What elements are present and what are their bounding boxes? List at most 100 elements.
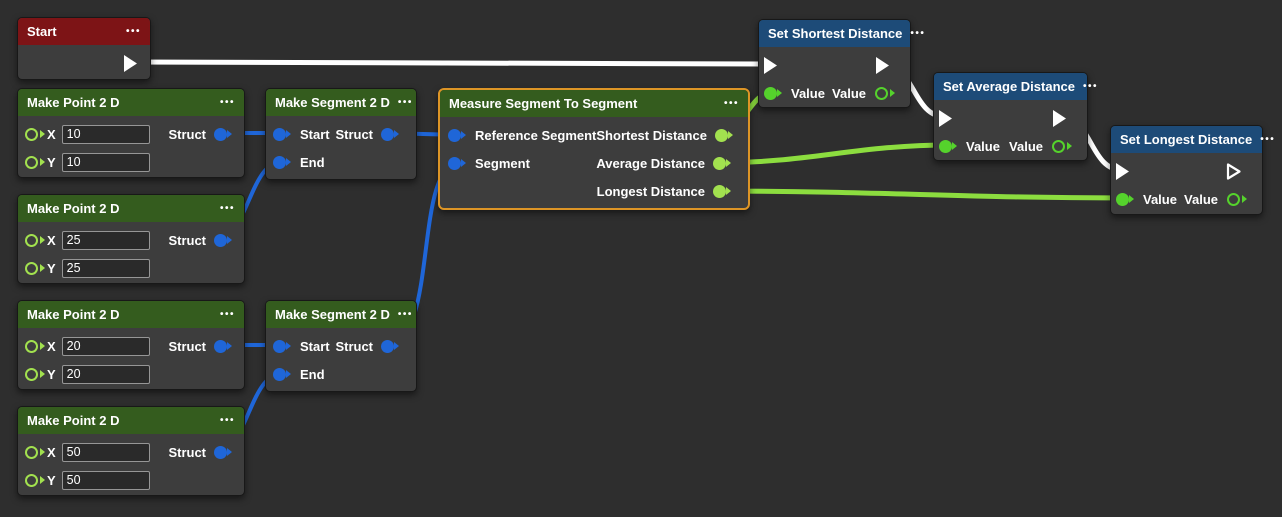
- exec-output-pin[interactable]: [1226, 162, 1242, 181]
- end-input-pin[interactable]: [273, 368, 286, 381]
- x-input-pin[interactable]: [25, 446, 38, 459]
- value-input-pin[interactable]: [939, 140, 952, 153]
- node-menu-icon[interactable]: •••: [212, 203, 235, 214]
- node-start[interactable]: Start •••: [17, 17, 151, 80]
- node-header[interactable]: Make Segment 2 D •••: [266, 301, 416, 328]
- node-header[interactable]: Make Point 2 D •••: [18, 195, 244, 222]
- node-menu-icon[interactable]: •••: [212, 415, 235, 426]
- x-label: X: [47, 339, 56, 354]
- struct-output-pin[interactable]: [214, 234, 227, 247]
- value-input-pin[interactable]: [764, 87, 777, 100]
- node-make-segment-1[interactable]: Make Segment 2 D ••• Start Struct End: [265, 88, 417, 180]
- longest-distance-output-pin[interactable]: [713, 185, 726, 198]
- node-header[interactable]: Set Average Distance •••: [934, 73, 1087, 100]
- node-menu-icon[interactable]: •••: [1252, 134, 1275, 145]
- node-make-point-3[interactable]: Make Point 2 D ••• X Struct Y: [17, 300, 245, 390]
- node-menu-icon[interactable]: •••: [212, 309, 235, 320]
- node-menu-icon[interactable]: •••: [902, 28, 925, 39]
- segment-input-pin[interactable]: [448, 157, 461, 170]
- node-title: Make Segment 2 D: [275, 95, 390, 110]
- start-input-label: Start: [300, 339, 330, 354]
- y-label: Y: [47, 367, 56, 382]
- node-header[interactable]: Make Point 2 D •••: [18, 89, 244, 116]
- x-value-field[interactable]: [62, 443, 150, 462]
- node-header[interactable]: Make Point 2 D •••: [18, 301, 244, 328]
- struct-output-pin[interactable]: [214, 340, 227, 353]
- struct-output-pin[interactable]: [381, 340, 394, 353]
- y-input-pin[interactable]: [25, 368, 38, 381]
- segment-label: Segment: [475, 156, 530, 171]
- value-input-label: Value: [966, 139, 1000, 154]
- node-graph-canvas[interactable]: Start ••• Make Point 2 D ••• X Struct Y: [0, 0, 1282, 517]
- node-set-longest-distance[interactable]: Set Longest Distance ••• Value Value: [1110, 125, 1263, 215]
- y-value-field[interactable]: [62, 153, 150, 172]
- x-value-field[interactable]: [62, 125, 150, 144]
- struct-output-pin[interactable]: [381, 128, 394, 141]
- node-menu-icon[interactable]: •••: [390, 97, 413, 108]
- value-input-pin[interactable]: [1116, 193, 1129, 206]
- value-output-pin[interactable]: [1227, 193, 1240, 206]
- node-make-segment-2[interactable]: Make Segment 2 D ••• Start Struct End: [265, 300, 417, 392]
- exec-input-pin[interactable]: [938, 109, 953, 128]
- node-set-shortest-distance[interactable]: Set Shortest Distance ••• Value Value: [758, 19, 911, 108]
- node-title: Start: [27, 24, 57, 39]
- node-header[interactable]: Make Point 2 D •••: [18, 407, 244, 434]
- x-input-pin[interactable]: [25, 234, 38, 247]
- value-output-pin[interactable]: [1052, 140, 1065, 153]
- y-label: Y: [47, 261, 56, 276]
- node-header[interactable]: Start •••: [18, 18, 150, 45]
- reference-segment-input-pin[interactable]: [448, 129, 461, 142]
- node-menu-icon[interactable]: •••: [390, 309, 413, 320]
- x-input-pin[interactable]: [25, 128, 38, 141]
- node-menu-icon[interactable]: •••: [716, 98, 739, 109]
- exec-input-pin[interactable]: [1115, 162, 1130, 181]
- start-input-label: Start: [300, 127, 330, 142]
- y-value-field[interactable]: [62, 259, 150, 278]
- node-title: Make Point 2 D: [27, 307, 119, 322]
- value-output-label: Value: [832, 86, 866, 101]
- node-make-point-4[interactable]: Make Point 2 D ••• X Struct Y: [17, 406, 245, 496]
- wire-number-longest-to-set-longest[interactable]: [714, 191, 1126, 198]
- x-value-field[interactable]: [62, 231, 150, 250]
- node-title: Make Point 2 D: [27, 95, 119, 110]
- struct-output-pin[interactable]: [214, 446, 227, 459]
- struct-output-pin[interactable]: [214, 128, 227, 141]
- exec-input-pin[interactable]: [763, 56, 778, 75]
- exec-output-pin[interactable]: [1052, 109, 1067, 128]
- start-input-pin[interactable]: [273, 340, 286, 353]
- node-header[interactable]: Measure Segment To Segment •••: [440, 90, 748, 117]
- end-input-pin[interactable]: [273, 156, 286, 169]
- node-title: Make Segment 2 D: [275, 307, 390, 322]
- y-input-pin[interactable]: [25, 262, 38, 275]
- node-menu-icon[interactable]: •••: [212, 97, 235, 108]
- node-header[interactable]: Set Shortest Distance •••: [759, 20, 910, 47]
- struct-output-label: Struct: [335, 339, 373, 354]
- start-input-pin[interactable]: [273, 128, 286, 141]
- average-distance-output-pin[interactable]: [713, 157, 726, 170]
- struct-output-label: Struct: [335, 127, 373, 142]
- y-value-field[interactable]: [62, 365, 150, 384]
- x-input-pin[interactable]: [25, 340, 38, 353]
- node-make-point-1[interactable]: Make Point 2 D ••• X Struct Y: [17, 88, 245, 178]
- value-input-label: Value: [791, 86, 825, 101]
- x-value-field[interactable]: [62, 337, 150, 356]
- node-header[interactable]: Set Longest Distance •••: [1111, 126, 1262, 153]
- end-input-label: End: [300, 155, 325, 170]
- wire-exec-start-to-set-shortest[interactable]: [131, 62, 767, 64]
- node-menu-icon[interactable]: •••: [118, 26, 141, 37]
- exec-output-pin[interactable]: [875, 56, 890, 75]
- y-input-pin[interactable]: [25, 156, 38, 169]
- struct-output-label: Struct: [168, 339, 206, 354]
- node-make-point-2[interactable]: Make Point 2 D ••• X Struct Y: [17, 194, 245, 284]
- exec-output-pin[interactable]: [123, 54, 138, 73]
- value-output-pin[interactable]: [875, 87, 888, 100]
- shortest-distance-output-pin[interactable]: [715, 129, 728, 142]
- node-header[interactable]: Make Segment 2 D •••: [266, 89, 416, 116]
- node-measure-segment-to-segment[interactable]: Measure Segment To Segment ••• Reference…: [438, 88, 750, 210]
- node-menu-icon[interactable]: •••: [1075, 81, 1098, 92]
- node-set-average-distance[interactable]: Set Average Distance ••• Value Value: [933, 72, 1088, 161]
- y-input-pin[interactable]: [25, 474, 38, 487]
- x-label: X: [47, 233, 56, 248]
- node-title: Set Longest Distance: [1120, 132, 1252, 147]
- y-value-field[interactable]: [62, 471, 150, 490]
